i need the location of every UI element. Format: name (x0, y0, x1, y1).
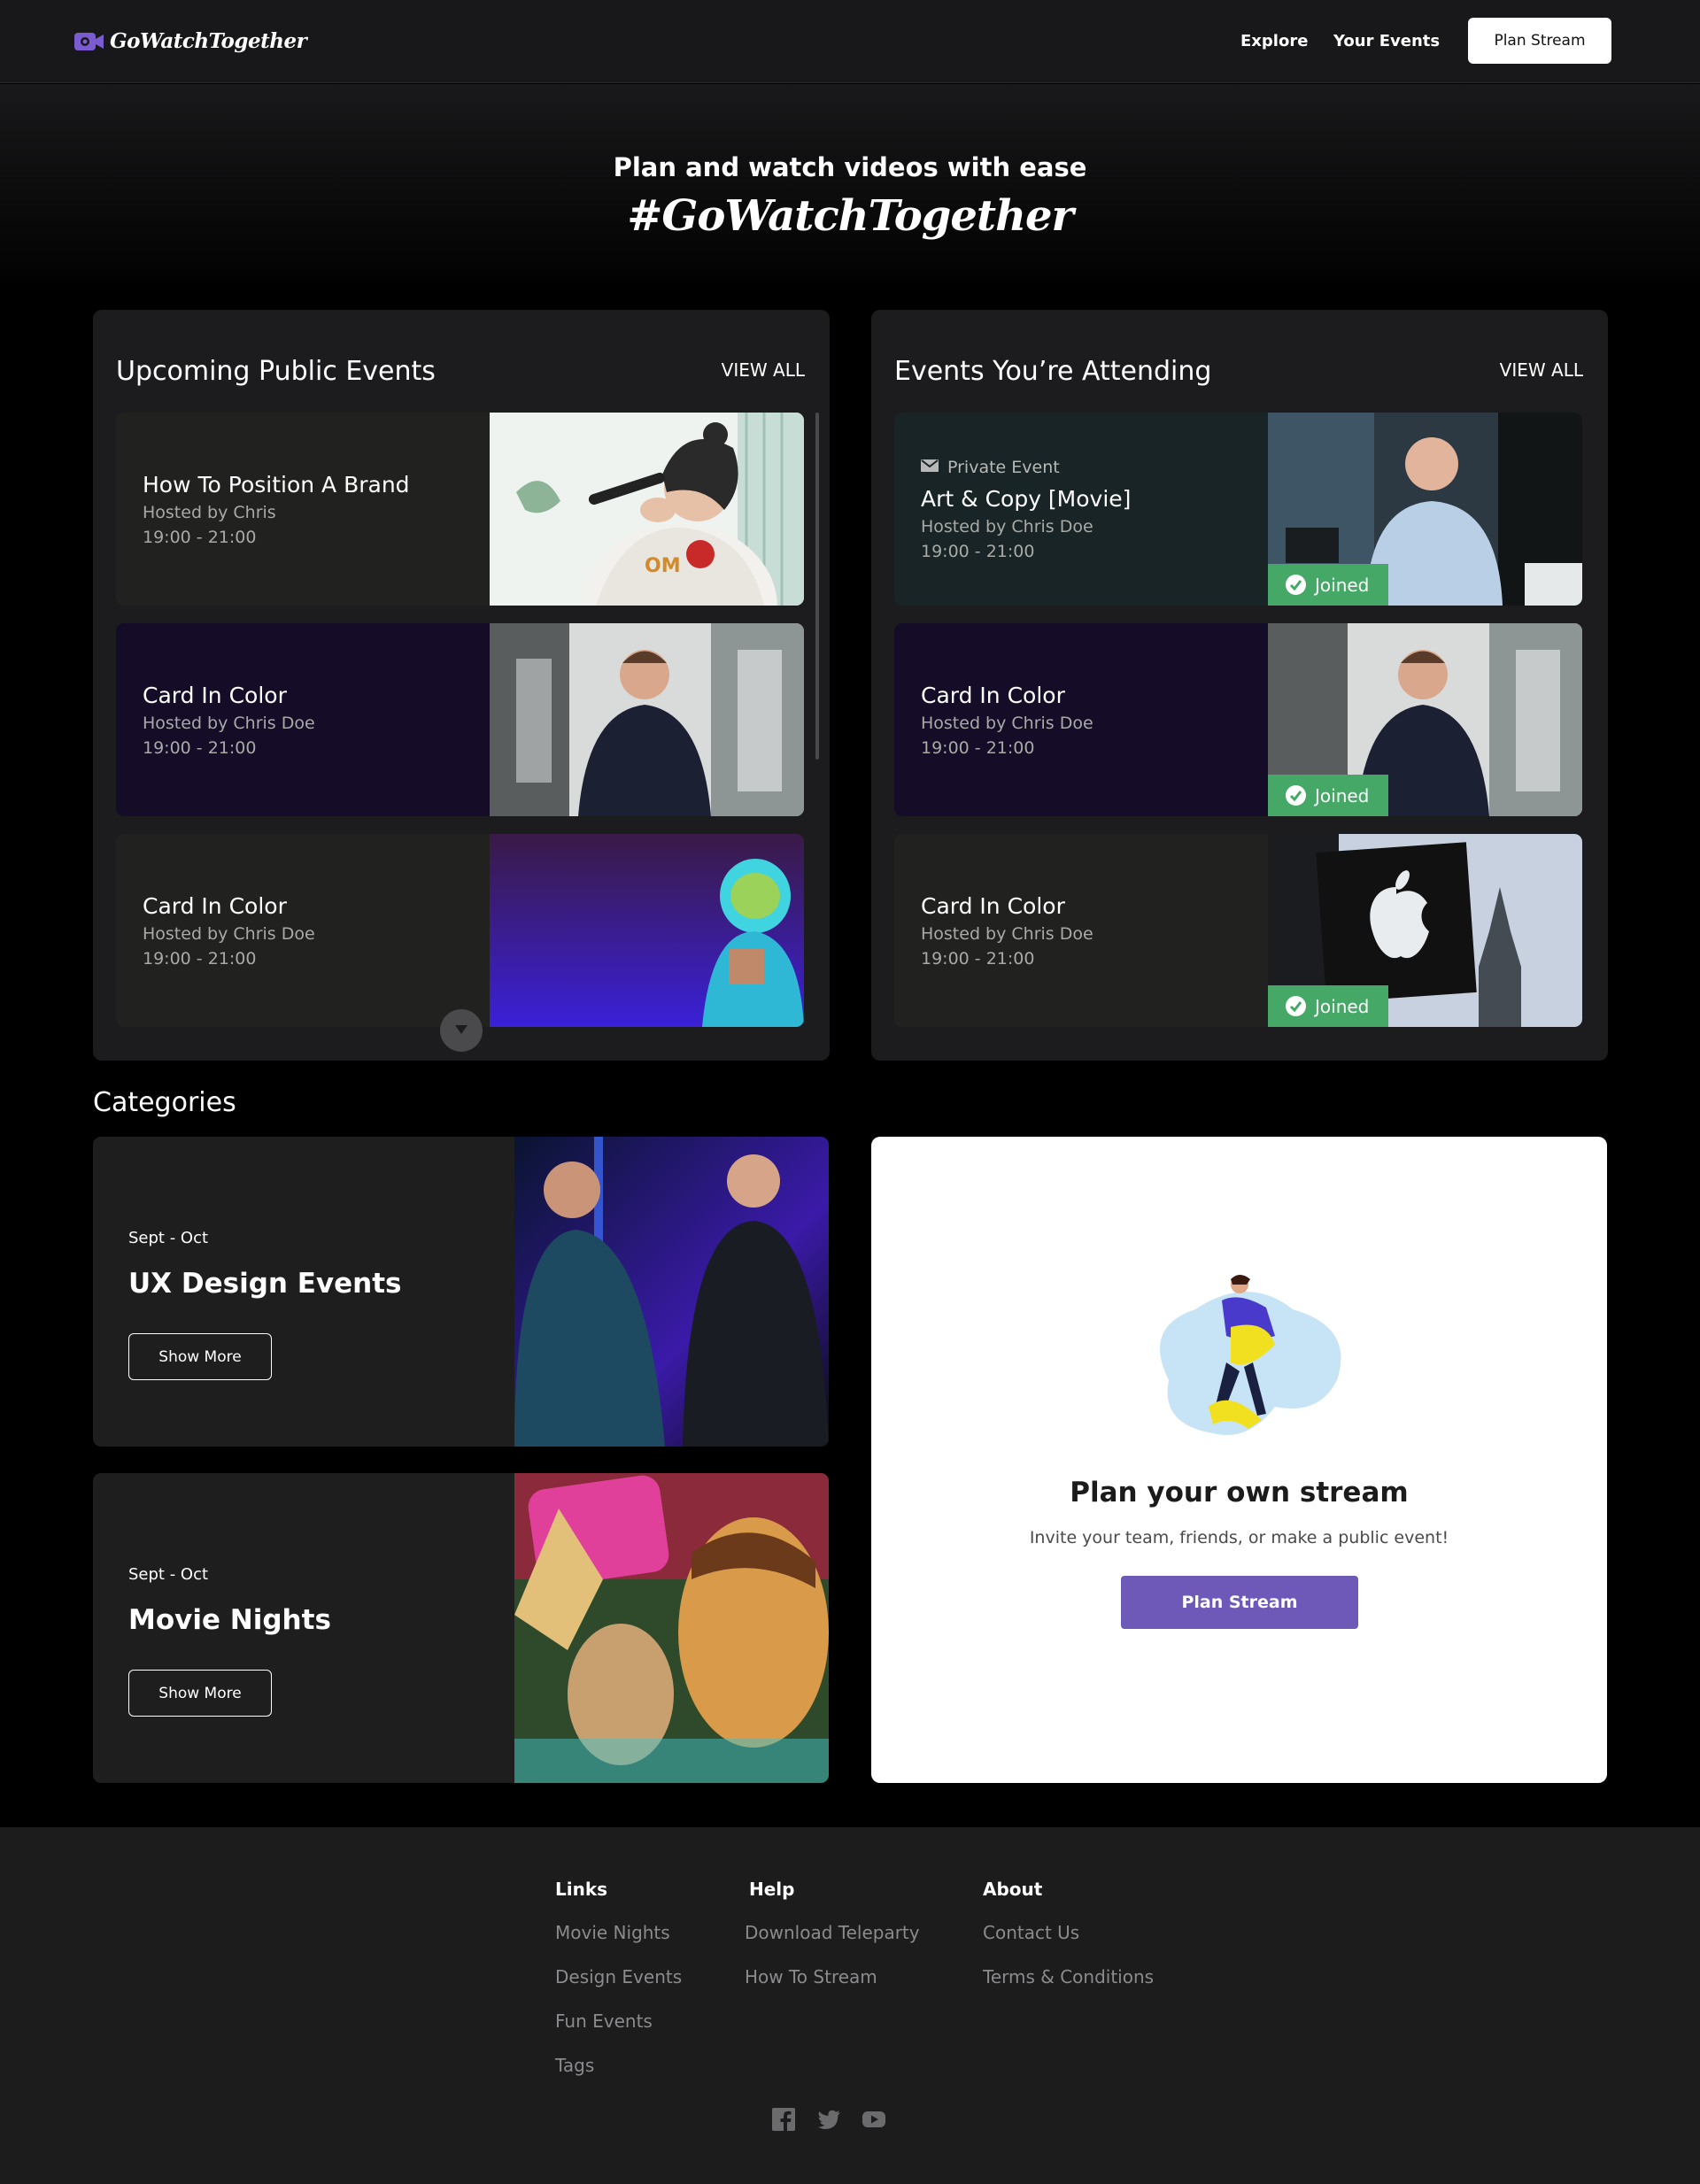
joined-badge: Joined (1268, 985, 1388, 1027)
category-date: Sept - Oct (128, 1565, 209, 1584)
event-title: Art & Copy [Movie] (921, 485, 1132, 512)
event-time: 19:00 - 21:00 (143, 737, 257, 758)
panel-title: Upcoming Public Events (116, 356, 436, 387)
categories-heading: Categories (93, 1087, 236, 1118)
plan-stream-button[interactable]: Plan Stream (1121, 1576, 1358, 1629)
event-time: 19:00 - 21:00 (143, 948, 257, 969)
nav-your-events-link[interactable]: Your Events (1333, 32, 1440, 50)
envelope-icon (921, 458, 939, 477)
event-card[interactable]: Card In Color Hosted by Chris Doe 19:00 … (116, 834, 804, 1027)
plan-stream-title: Plan your own stream (1070, 1477, 1409, 1509)
video-camera-icon (74, 31, 104, 52)
event-time: 19:00 - 21:00 (921, 737, 1035, 758)
checkmark-icon (1286, 575, 1306, 595)
footer-heading-about: About (983, 1879, 1043, 1900)
event-title: Card In Color (921, 682, 1065, 708)
show-more-button[interactable]: Show More (128, 1333, 272, 1380)
event-thumbnail-speaker (490, 623, 804, 816)
event-host: Hosted by Chris Doe (921, 713, 1093, 733)
category-card-movie-nights[interactable]: Sept - Oct Movie Nights Show More (93, 1473, 829, 1783)
footer-link-download-teleparty[interactable]: Download Teleparty (745, 1922, 920, 1943)
plan-stream-description: Invite your team, friends, or make a pub… (1029, 1528, 1449, 1547)
category-date: Sept - Oct (128, 1229, 209, 1247)
panel-title: Events You’re Attending (894, 356, 1212, 387)
category-thumbnail-speakers (514, 1137, 829, 1447)
plan-stream-card: Plan your own stream Invite your team, f… (871, 1137, 1607, 1783)
event-time: 19:00 - 21:00 (143, 527, 257, 547)
joined-badge: Joined (1268, 775, 1388, 816)
footer: Links Movie Nights Design Events Fun Eve… (0, 1827, 1700, 2184)
event-thumbnail-singer: OM (490, 413, 804, 606)
event-card[interactable]: Card In Color Hosted by Chris Doe 19:00 … (894, 834, 1582, 1027)
svg-text:OM: OM (645, 555, 681, 577)
scroll-down-button[interactable] (440, 1009, 483, 1052)
attending-events-panel: Events You’re Attending VIEW ALL Private… (871, 310, 1608, 1061)
view-all-link[interactable]: VIEW ALL (1500, 359, 1583, 381)
category-card-ux-design[interactable]: Sept - Oct UX Design Events Show More (93, 1137, 829, 1447)
event-card[interactable]: Private Event Art & Copy [Movie] Hosted … (894, 413, 1582, 606)
twitter-icon[interactable] (817, 2107, 842, 2132)
person-dancing-illustration (1142, 1274, 1350, 1455)
brand-logo[interactable]: GoWatchTogether (74, 29, 307, 53)
footer-link-terms[interactable]: Terms & Conditions (983, 1966, 1154, 1987)
event-time: 19:00 - 21:00 (921, 541, 1035, 561)
top-nav: GoWatchTogether Explore Your Events Plan… (0, 0, 1700, 83)
view-all-link[interactable]: VIEW ALL (722, 359, 805, 381)
youtube-icon[interactable] (862, 2107, 886, 2132)
event-thumbnail-astronaut (490, 834, 804, 1027)
hero-subtitle: Plan and watch videos with ease (613, 152, 1087, 182)
checkmark-icon (1286, 785, 1306, 806)
footer-link-tags[interactable]: Tags (555, 2055, 594, 2076)
footer-link-design-events[interactable]: Design Events (555, 1966, 682, 1987)
event-title: Card In Color (143, 682, 287, 708)
footer-link-movie-nights[interactable]: Movie Nights (555, 1922, 670, 1943)
event-host: Hosted by Chris Doe (143, 923, 315, 944)
footer-link-how-to-stream[interactable]: How To Stream (745, 1966, 877, 1987)
upcoming-events-panel: Upcoming Public Events VIEW ALL How To P… (93, 310, 830, 1061)
event-host: Hosted by Chris Doe (921, 516, 1093, 536)
show-more-button[interactable]: Show More (128, 1670, 272, 1717)
brand-name: GoWatchTogether (110, 29, 307, 53)
caret-down-icon (452, 1024, 470, 1038)
category-title: Movie Nights (128, 1604, 331, 1636)
footer-heading-help: Help (749, 1879, 795, 1900)
hero-hashtag: #GoWatchTogether (627, 191, 1074, 241)
facebook-icon[interactable] (771, 2107, 796, 2132)
scrollbar[interactable] (815, 413, 819, 760)
event-time: 19:00 - 21:00 (921, 948, 1035, 969)
hero-banner (0, 84, 1700, 297)
event-title: Card In Color (921, 892, 1065, 919)
plan-stream-nav-button[interactable]: Plan Stream (1468, 18, 1611, 64)
footer-heading-links: Links (555, 1879, 608, 1900)
nav-explore-link[interactable]: Explore (1240, 32, 1308, 50)
checkmark-icon (1286, 996, 1306, 1016)
private-event-label: Private Event (921, 458, 1131, 477)
event-card[interactable]: Card In Color Hosted by Chris Doe 19:00 … (116, 623, 804, 816)
event-host: Hosted by Chris Doe (143, 713, 315, 733)
footer-link-contact-us[interactable]: Contact Us (983, 1922, 1079, 1943)
event-card[interactable]: How To Position A Brand Hosted by Chris … (116, 413, 804, 606)
category-thumbnail-movie-poster (514, 1473, 829, 1783)
event-card[interactable]: Card In Color Hosted by Chris Doe 19:00 … (894, 623, 1582, 816)
event-title: Card In Color (143, 892, 287, 919)
joined-badge: Joined (1268, 564, 1388, 606)
footer-link-fun-events[interactable]: Fun Events (555, 2010, 653, 2032)
event-host: Hosted by Chris (143, 502, 276, 522)
event-title: How To Position A Brand (143, 471, 410, 498)
category-title: UX Design Events (128, 1268, 402, 1300)
event-host: Hosted by Chris Doe (921, 923, 1093, 944)
